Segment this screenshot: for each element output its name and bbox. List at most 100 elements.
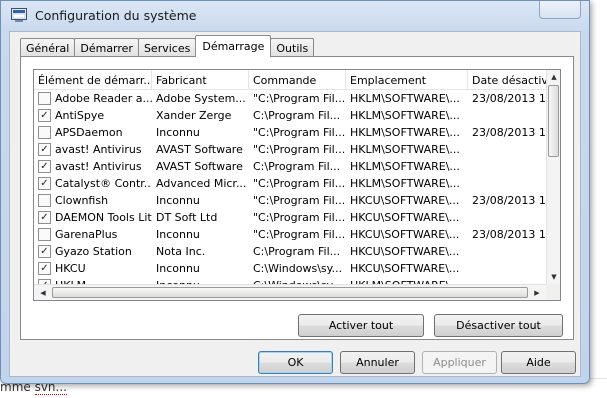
close-button[interactable] [539,1,581,19]
startup-item-name: HKCU [55,262,86,275]
startup-item-date-disabled [468,175,548,192]
startup-item-cell: GarenaPlus [34,226,152,243]
startup-item-name: AntiSpye [55,109,105,122]
startup-item-name: APSDaemon [55,126,123,139]
startup-item-command: C:\Program Fil... [253,245,341,258]
list-item[interactable]: Catalyst® Contr... Advanced Micr... "C:\Pr… [34,175,548,192]
startup-item-checkbox[interactable] [38,262,51,275]
list-item[interactable]: Adobe Reader a... Adobe System... "C:\Prog… [34,90,548,107]
horizontal-scrollbar[interactable]: ◀ ▶ [34,284,548,300]
startup-item-checkbox[interactable] [38,160,51,173]
system-configuration-window: Configuration du système Général Démarre… [0,0,590,384]
title-bar[interactable]: Configuration du système [1,1,589,29]
startup-item-command: "C:\Program Fil... [253,143,346,156]
startup-item-date-disabled [468,260,548,277]
tab-tools[interactable]: Outils [270,38,315,57]
startup-item-cell: Clownfish [34,192,152,209]
scroll-left-arrow-icon[interactable]: ◀ [36,285,50,300]
scroll-right-arrow-icon[interactable]: ▶ [530,285,544,300]
startup-item-checkbox[interactable] [38,211,51,224]
list-item[interactable]: AntiSpye Xander Zerge C:\Program Fil... HKL… [34,107,548,124]
startup-item-cell: APSDaemon [34,124,152,141]
list-item[interactable]: DAEMON Tools Lite DT Soft Ltd "C:\Program … [34,209,548,226]
list-item[interactable]: avast! Antivirus AVAST Software "C:\Progra… [34,141,548,158]
startup-item-checkbox[interactable] [38,177,51,190]
list-rows: Adobe Reader a... Adobe System... "C:\Prog… [34,90,548,294]
tab-strip: Général Démarrer Services Démarrage Outi… [20,35,315,57]
startup-item-date-disabled [468,158,548,175]
tab-general[interactable]: Général [20,38,76,57]
startup-item-checkbox[interactable] [38,92,51,105]
cancel-button[interactable]: Annuler [340,351,415,374]
help-button[interactable]: Aide [501,351,576,374]
startup-item-manufacturer: Nota Inc. [156,245,206,258]
startup-item-name: Catalyst® Contr... [55,177,152,190]
startup-item-date-disabled: 23/08/2013 17... [472,194,548,207]
list-item[interactable]: Clownfish Inconnu "C:\Program Fil... HKCU\S… [34,192,548,209]
startup-item-name: Adobe Reader a... [55,92,152,105]
startup-item-command: "C:\Program Fil... [253,194,346,207]
vertical-scrollbar[interactable]: ▲ ▼ [546,70,560,284]
startup-item-manufacturer: Inconnu [156,126,200,139]
startup-item-checkbox[interactable] [38,194,51,207]
list-item[interactable]: Gyazo Station Nota Inc. C:\Program Fil... H… [34,243,548,260]
enable-all-button[interactable]: Activer tout [298,314,424,337]
startup-item-manufacturer: Adobe System... [156,92,246,105]
startup-item-date-disabled [468,243,548,260]
list-item[interactable]: GarenaPlus Inconnu "C:\Program Fil... HKCU\… [34,226,548,243]
list-item[interactable]: avast! Antivirus AVAST Software C:\Program… [34,158,548,175]
startup-items-list[interactable]: Élément de démarr... Fabricant Commande … [33,69,561,301]
startup-item-checkbox[interactable] [38,143,51,156]
startup-item-manufacturer: Inconnu [156,262,200,275]
startup-item-checkbox[interactable] [38,126,51,139]
column-header-item[interactable]: Élément de démarr... [34,70,152,90]
startup-item-location: HKCU\SOFTWARE\... [350,262,460,275]
tab-boot[interactable]: Démarrer [74,38,139,57]
column-header-date-disabled[interactable]: Date désactivée [468,70,548,90]
tab-services[interactable]: Services [137,38,197,57]
list-header: Élément de démarr... Fabricant Commande … [34,70,548,90]
column-header-command[interactable]: Commande [249,70,346,90]
startup-item-date-disabled: 23/08/2013 17... [472,228,548,241]
startup-item-location: HKLM\SOFTWARE\... [350,109,460,122]
startup-item-cell: Catalyst® Contr... [34,175,152,192]
vertical-scroll-thumb[interactable] [548,85,559,157]
column-header-manufacturer[interactable]: Fabricant [152,70,249,90]
startup-item-checkbox[interactable] [38,228,51,241]
startup-item-cell: Adobe Reader a... [34,90,152,107]
scroll-down-arrow-icon[interactable]: ▼ [547,270,560,284]
list-item[interactable]: APSDaemon Inconnu "C:\Program Fil... HKLM\S… [34,124,548,141]
startup-item-date-disabled: 23/08/2013 17... [472,92,548,105]
startup-item-command: "C:\Program Fil... [253,126,346,139]
startup-item-location: HKLM\SOFTWARE\... [350,143,460,156]
column-header-location[interactable]: Emplacement [346,70,468,90]
scrollbar-corner [546,284,560,300]
startup-item-checkbox[interactable] [38,245,51,258]
horizontal-scroll-thumb[interactable] [52,287,528,298]
scroll-up-arrow-icon[interactable]: ▲ [547,70,560,84]
startup-item-date-disabled [468,141,548,158]
list-item[interactable]: HKCU Inconnu C:\Windows\sy... HKCU\SOFTWARE… [34,260,548,277]
startup-item-name: Gyazo Station [55,245,132,258]
window-title: Configuration du système [35,7,197,23]
startup-item-command: C:\Windows\sy... [253,262,343,275]
startup-item-location: HKLM\SOFTWARE\... [350,177,460,190]
startup-item-cell: avast! Antivirus [34,158,152,175]
ok-button[interactable]: OK [258,351,333,374]
startup-tab-panel: Élément de démarr... Fabricant Commande … [20,56,574,340]
startup-item-date-disabled [468,209,548,226]
startup-item-manufacturer: DT Soft Ltd [156,211,218,224]
startup-item-cell: HKCU [34,260,152,277]
startup-item-name: Clownfish [55,194,109,207]
startup-item-name: GarenaPlus [55,228,118,241]
apply-button[interactable]: Appliquer [422,351,497,374]
startup-item-location: HKCU\SOFTWARE\... [350,228,460,241]
disable-all-button[interactable]: Désactiver tout [434,314,563,337]
startup-item-date-disabled: 23/08/2013 17... [472,126,548,139]
startup-item-cell: Gyazo Station [34,243,152,260]
startup-item-cell: avast! Antivirus [34,141,152,158]
startup-item-name: avast! Antivirus [55,143,142,156]
startup-item-checkbox[interactable] [38,109,51,122]
startup-item-command: C:\Program Fil... [253,109,341,122]
tab-startup[interactable]: Démarrage [195,35,272,57]
